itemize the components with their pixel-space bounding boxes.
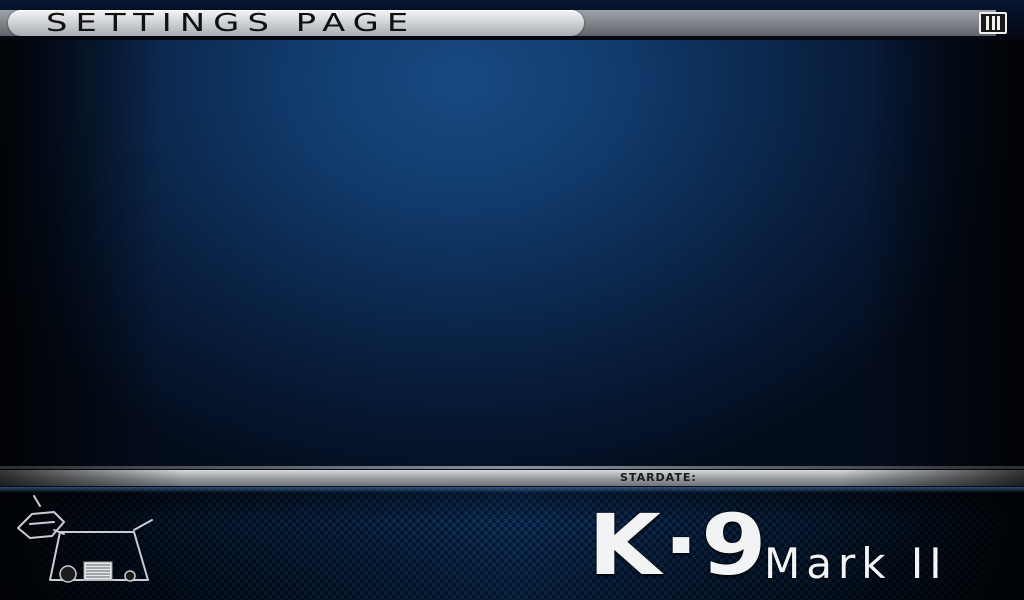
dog-wheel-front	[59, 565, 77, 583]
right-vignette	[864, 0, 1024, 470]
title-bar: SETTINGS PAGE	[0, 0, 1024, 40]
brand-logo: K·9 Mark II	[588, 500, 1008, 590]
robot-dog-icon	[17, 495, 153, 583]
stardate-label: STARDATE:	[620, 471, 697, 484]
dog-head	[17, 511, 65, 539]
settings-screen: SETTINGS PAGE STARDATE: K·9 Mark II	[0, 0, 1024, 600]
menu-bars-icon[interactable]	[979, 12, 1007, 34]
left-vignette	[0, 0, 160, 470]
divider-rail	[0, 466, 1024, 469]
brand-edition: Mark II	[764, 539, 948, 588]
brand-name: K·9	[588, 496, 769, 594]
menu-bar	[985, 16, 989, 30]
dog-eye-line	[29, 521, 55, 525]
dog-tail	[133, 519, 153, 531]
dog-antenna	[33, 495, 41, 507]
menu-bar	[997, 16, 1001, 30]
stardate-bar	[0, 470, 1024, 486]
page-title: SETTINGS PAGE	[46, 8, 417, 37]
dog-wheel-rear	[124, 570, 136, 582]
menu-bar	[991, 16, 995, 30]
